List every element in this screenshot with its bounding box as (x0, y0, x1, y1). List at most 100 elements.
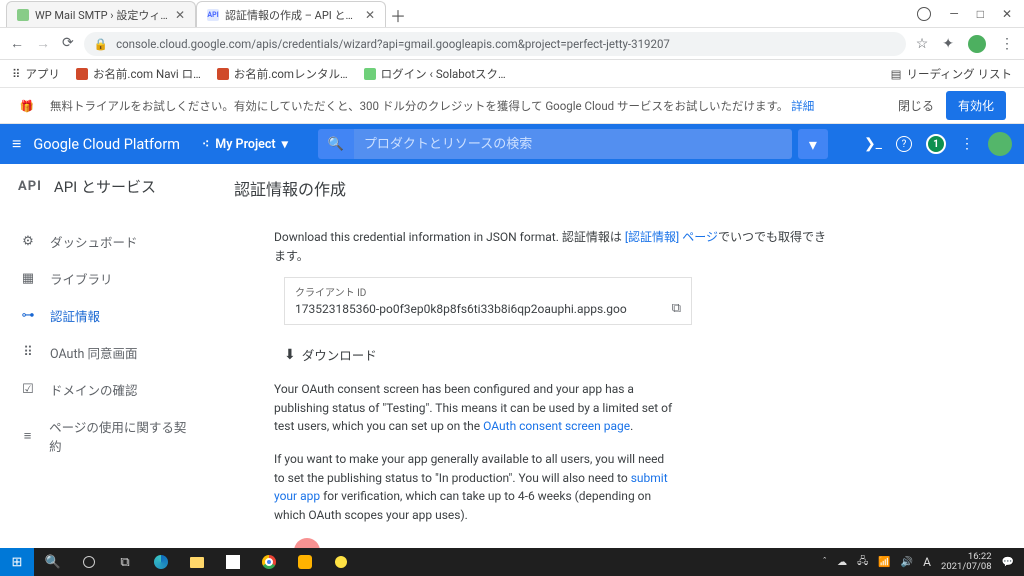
maximize-button[interactable]: □ (977, 7, 984, 21)
task-view-button[interactable]: ⧉ (108, 548, 142, 576)
trial-text: 無料トライアルをお試しください。有効にしていただくと、300 ドル分のクレジット… (50, 98, 814, 114)
url-text: console.cloud.google.com/apis/credential… (116, 37, 670, 51)
new-tab-button[interactable]: ＋ (386, 3, 410, 27)
start-button[interactable]: ⊞ (0, 548, 34, 576)
volume-icon[interactable]: 🔊 (901, 557, 913, 568)
copy-icon[interactable]: ⧉ (672, 301, 681, 316)
project-selector[interactable]: ⁖ My Project ▾ (202, 136, 288, 152)
word-app[interactable] (288, 548, 322, 576)
page-body: API API とサービス ⚙ ダッシュボード ▦ ライブラリ ⊶ 認証情報 ⠿… (0, 164, 1024, 548)
download-description: Download this credential information in … (274, 228, 834, 265)
network-icon[interactable]: 🖧 (857, 554, 868, 571)
credentials-page-link[interactable]: [認証情報] ページ (625, 230, 718, 244)
client-id-field: クライアント ID 173523185360-po0f3ep0k8p8fs6ti… (284, 277, 692, 325)
search-wrap: 🔍 ▾ (318, 129, 828, 159)
search-input[interactable] (354, 129, 792, 159)
reading-list-label: リーディング リスト (906, 66, 1012, 82)
check-icon: ☑ (20, 382, 36, 397)
account-avatar[interactable] (988, 132, 1012, 156)
help-icon[interactable]: ? (896, 136, 912, 152)
cursor-highlight-icon (294, 538, 320, 548)
bookmark-label: お名前.comレンタル… (234, 66, 348, 82)
url-bar: ← → ⟳ 🔒 console.cloud.google.com/apis/cr… (0, 28, 1024, 60)
tab-wpmailsmtp[interactable]: WP Mail SMTP › 設定ウィザード ✕ (6, 1, 196, 27)
activate-button[interactable]: 有効化 (946, 91, 1006, 120)
forward-button[interactable]: → (36, 35, 50, 52)
onedrive-icon[interactable]: ☁ (837, 557, 847, 568)
sidebar-heading[interactable]: API API とサービス (0, 164, 210, 209)
dismiss-button[interactable]: 閉じる (898, 97, 934, 114)
cloud-shell-icon[interactable]: ❯_ (864, 136, 882, 152)
back-button[interactable]: ← (10, 35, 24, 52)
sidebar-item-oauth-consent[interactable]: ⠿ OAuth 同意画面 (0, 334, 210, 371)
sidebar-item-label: ページの使用に関する契約 (49, 417, 190, 455)
bookmark-item[interactable]: お名前.com Navi ロ… (76, 66, 201, 82)
store-app[interactable] (216, 548, 250, 576)
download-button[interactable]: ⬇ ダウンロード (284, 345, 1000, 364)
apps-button[interactable]: ⠿ アプリ (12, 66, 60, 82)
app-yellow[interactable] (324, 548, 358, 576)
sidebar-item-dashboard[interactable]: ⚙ ダッシュボード (0, 223, 210, 260)
edge-app[interactable] (144, 548, 178, 576)
cortana-button[interactable] (72, 548, 106, 576)
oauth-consent-link[interactable]: OAuth consent screen page (483, 419, 630, 433)
extensions-icon[interactable]: ✦ (942, 36, 954, 52)
sidebar-items: ⚙ ダッシュボード ▦ ライブラリ ⊶ 認証情報 ⠿ OAuth 同意画面 ☑ … (0, 223, 210, 464)
account-indicator-icon[interactable] (917, 7, 931, 21)
reading-list-button[interactable]: ▤ リーディング リスト (891, 66, 1012, 82)
bookmarks-bar: ⠿ アプリ お名前.com Navi ロ… お名前.comレンタル… ログイン … (0, 60, 1024, 88)
kebab-menu-icon[interactable]: ⋮ (1000, 36, 1014, 52)
tab-gcp-credentials[interactable]: API 認証情報の作成 – API とサービス – … ✕ (196, 1, 386, 27)
notifications-badge[interactable]: 1 (926, 134, 946, 154)
close-icon[interactable]: ✕ (365, 8, 375, 22)
chrome-app[interactable] (252, 548, 286, 576)
taskbar-right: ˆ ☁ 🖧 📶 🔊 A 16:22 2021/07/08 💬 (822, 552, 1024, 572)
gcp-header: ≡ Google Cloud Platform ⁖ My Project ▾ 🔍… (0, 124, 1024, 164)
close-icon[interactable]: ✕ (175, 8, 185, 22)
sidebar-item-label: ドメインの確認 (50, 380, 138, 399)
tray-up-icon[interactable]: ˆ (822, 557, 827, 568)
bookmark-icon (364, 68, 376, 80)
sidebar-item-label: OAuth 同意画面 (50, 343, 138, 362)
bookmark-item[interactable]: お名前.comレンタル… (217, 66, 348, 82)
bookmark-label: お名前.com Navi ロ… (93, 66, 201, 82)
download-label: ダウンロード (302, 345, 377, 364)
sidebar: API API とサービス ⚙ ダッシュボード ▦ ライブラリ ⊶ 認証情報 ⠿… (0, 164, 210, 548)
sidebar-item-credentials[interactable]: ⊶ 認証情報 (0, 297, 210, 334)
close-button[interactable]: ✕ (1002, 7, 1012, 21)
explorer-app[interactable] (180, 548, 214, 576)
lock-icon: 🔒 (94, 37, 108, 51)
project-label: My Project (215, 137, 275, 152)
nav-menu-icon[interactable]: ≡ (12, 134, 21, 154)
address-field[interactable]: 🔒 console.cloud.google.com/apis/credenti… (84, 32, 906, 56)
profile-avatar[interactable] (968, 35, 986, 53)
api-logo-icon: API (18, 179, 42, 194)
search-icon[interactable]: 🔍 (318, 129, 354, 159)
action-center-icon[interactable]: 💬 (1002, 557, 1014, 568)
minimize-button[interactable]: — (949, 7, 958, 21)
apps-grid-icon: ⠿ (12, 67, 20, 81)
search-button[interactable]: 🔍 (36, 548, 70, 576)
wifi-icon[interactable]: 📶 (878, 557, 890, 568)
search-dropdown-icon[interactable]: ▾ (798, 129, 828, 159)
consent-icon: ⠿ (20, 345, 36, 360)
sidebar-item-label: ダッシュボード (50, 232, 138, 251)
free-trial-banner: 🎁 無料トライアルをお試しください。有効にしていただくと、300 ドル分のクレジ… (0, 88, 1024, 124)
sidebar-title: API とサービス (54, 176, 156, 197)
ime-indicator[interactable]: A (923, 555, 931, 569)
main-content: 認証情報の作成 Download this credential informa… (210, 164, 1024, 548)
bookmark-icon (76, 68, 88, 80)
trial-details-link[interactable]: 詳細 (791, 99, 814, 113)
sidebar-item-domain-verify[interactable]: ☑ ドメインの確認 (0, 371, 210, 408)
taskbar-left: ⊞ 🔍 ⧉ (0, 548, 358, 576)
project-dots-icon: ⁖ (202, 136, 209, 152)
bookmark-item[interactable]: ログイン ‹ Solabotスク… (364, 66, 506, 82)
favicon-icon: API (207, 9, 219, 21)
clock[interactable]: 16:22 2021/07/08 (941, 552, 992, 572)
kebab-menu-icon[interactable]: ⋮ (960, 136, 974, 152)
sidebar-item-page-usage[interactable]: ≡ ページの使用に関する契約 (0, 408, 210, 464)
bookmark-star-icon[interactable]: ☆ (916, 36, 929, 52)
window-controls: — □ ✕ (917, 7, 1024, 21)
sidebar-item-library[interactable]: ▦ ライブラリ (0, 260, 210, 297)
reload-button[interactable]: ⟳ (62, 35, 74, 52)
